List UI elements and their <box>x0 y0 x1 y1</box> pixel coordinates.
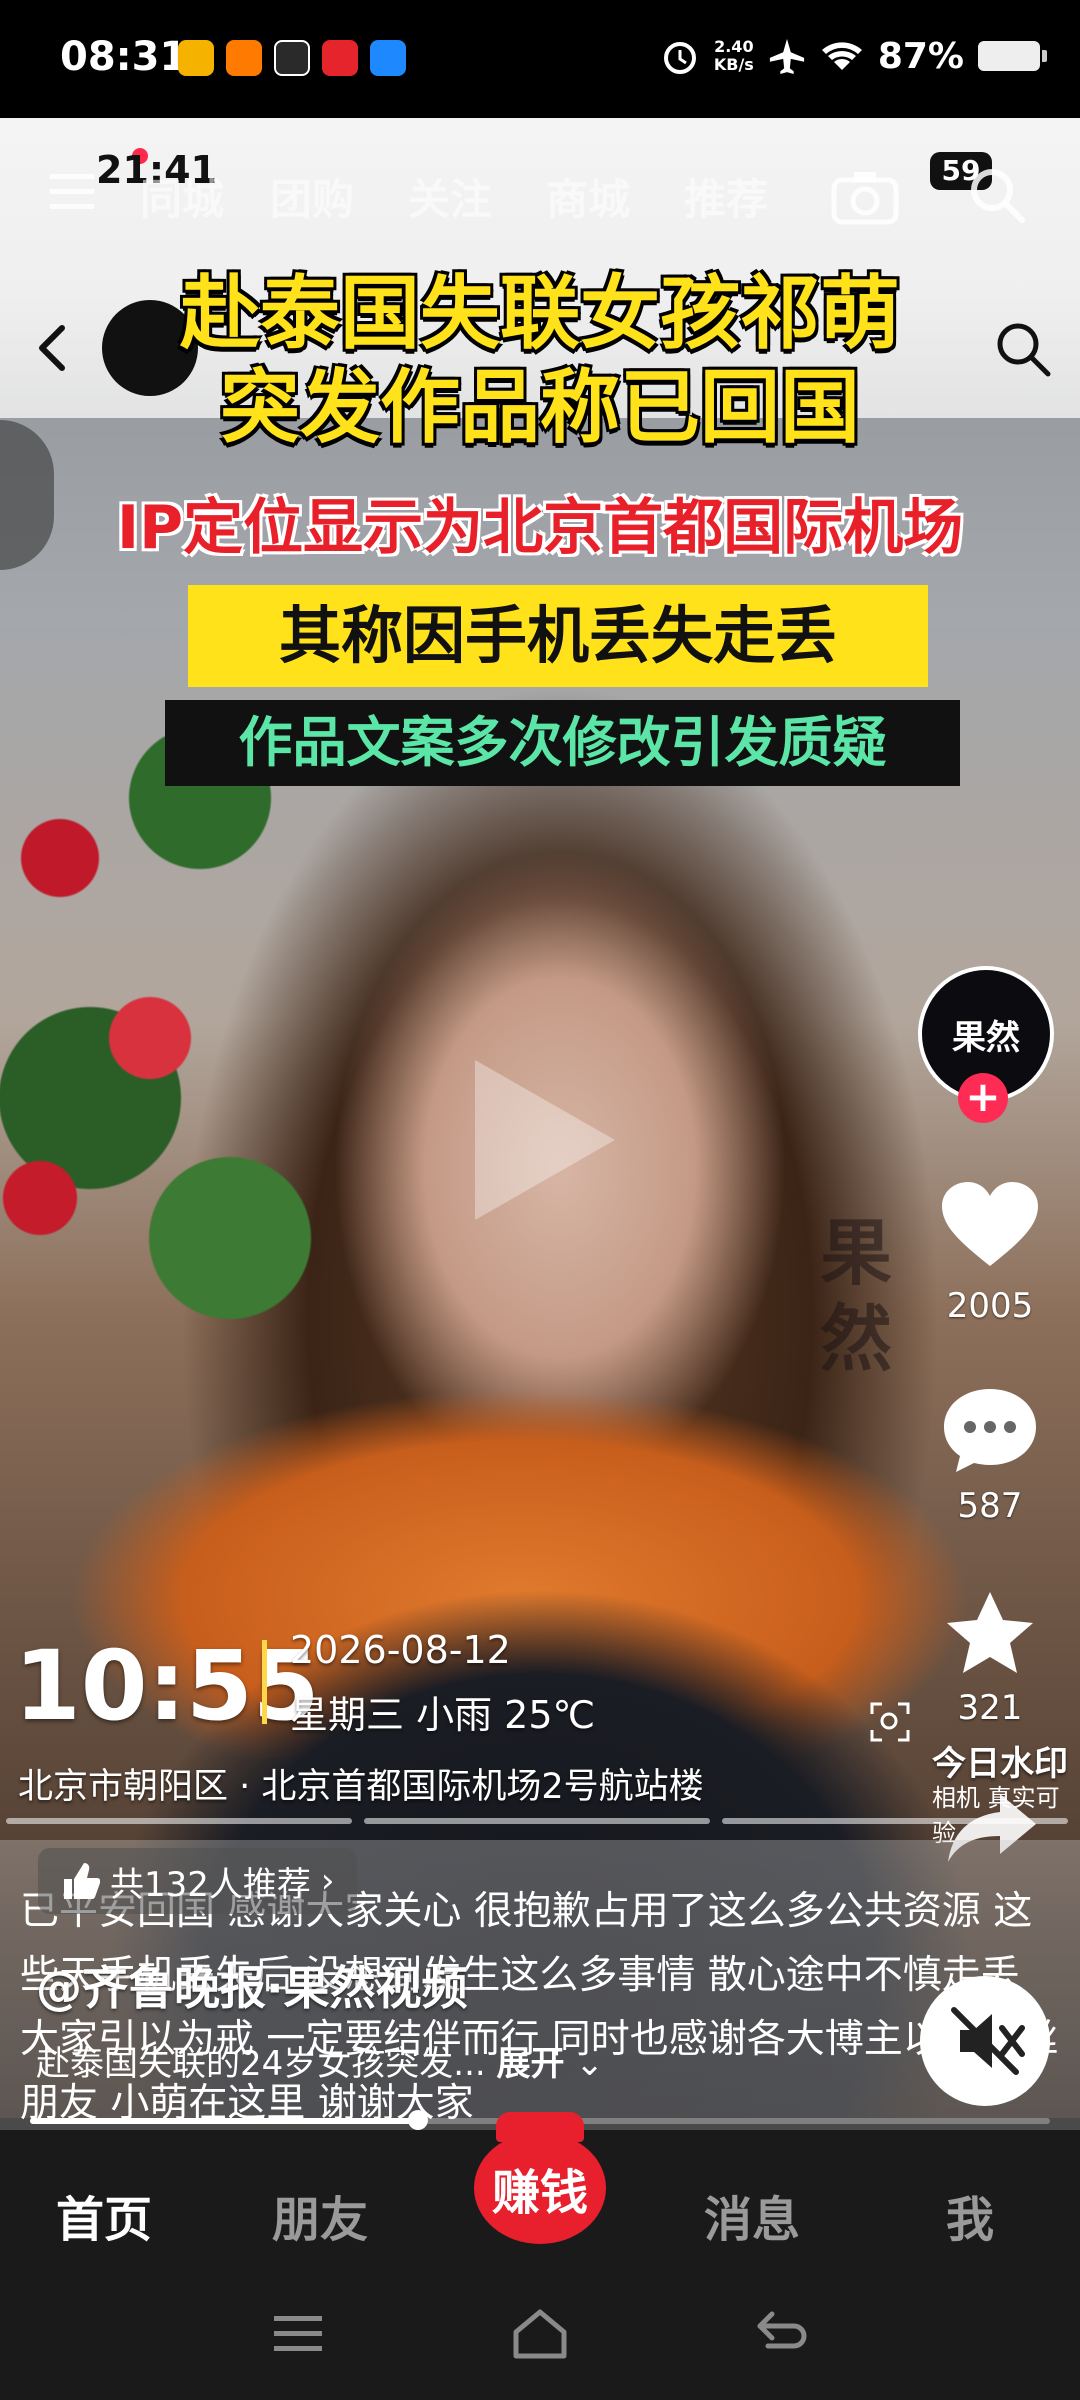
mute-icon <box>951 2007 1025 2075</box>
status-time: 08:31 <box>60 34 188 80</box>
follow-button[interactable]: + <box>958 1073 1008 1123</box>
watermark-date: 2026-08-12 <box>290 1628 511 1672</box>
airplane-icon <box>769 38 804 75</box>
alarm-icon <box>663 42 696 74</box>
recent-apps-icon[interactable] <box>274 2312 326 2356</box>
home-icon[interactable] <box>510 2306 570 2362</box>
battery-percent: 87% <box>877 35 964 77</box>
taobao-app-icon <box>226 40 262 76</box>
headline-line-3: IP定位显示为北京首都国际机场 <box>116 493 964 563</box>
net-speed: 2.40 KB/s <box>713 37 754 74</box>
watermark-location: 北京市朝阳区 · 北京首都国际机场2号航站楼 <box>18 1767 704 1807</box>
tab-groupbuy[interactable]: 团购 <box>270 166 354 227</box>
status-right-group: 2.40 KB/s 87% <box>660 32 1047 80</box>
mute-button[interactable] <box>920 1976 1050 2106</box>
nav-home[interactable]: 首页 <box>56 2180 152 2250</box>
menu-icon[interactable] <box>50 170 102 214</box>
video-app-icon <box>274 40 310 76</box>
top-search-icon[interactable] <box>966 164 1030 228</box>
comment-count: 587 <box>957 1486 1023 1526</box>
nav-me[interactable]: 我 <box>946 2180 994 2250</box>
story-segment <box>722 1818 1068 1824</box>
expand-link[interactable]: 展开 <box>497 2044 565 2084</box>
tab-following[interactable]: 关注 <box>408 166 492 227</box>
headline-line-4: 其称因手机丢失走丢 <box>188 585 928 687</box>
chevron-right-icon: › <box>320 1861 335 1901</box>
scan-icon[interactable] <box>868 1700 912 1744</box>
tab-recommend[interactable]: 推荐 <box>684 166 768 227</box>
headline-line-1: 赴泰国失联女孩祁萌 <box>180 267 900 360</box>
headline-line-2: 突发作品称已回国 <box>220 361 860 454</box>
player-app-icon <box>370 40 406 76</box>
camera-icon[interactable] <box>830 166 900 226</box>
author-name[interactable]: @齐鲁晚报·果然视频 <box>36 1952 467 2018</box>
recommend-pill[interactable]: 共132人推荐 › <box>38 1848 357 1914</box>
like-count: 2005 <box>946 1286 1034 1326</box>
favorite-count: 321 <box>957 1688 1023 1728</box>
headline-line-5: 作品文案多次修改引发质疑 <box>165 700 960 786</box>
like-heart-icon[interactable] <box>940 1180 1040 1270</box>
nav-friends[interactable]: 朋友 <box>272 2180 368 2250</box>
news-app-icon <box>322 40 358 76</box>
seek-bar-knob[interactable] <box>407 2110 428 2130</box>
watermark-divider <box>262 1640 267 1724</box>
seek-bar-fill <box>30 2118 418 2124</box>
play-icon[interactable] <box>455 1050 625 1230</box>
story-segment <box>6 1818 352 1824</box>
weibo-app-icon <box>178 40 214 76</box>
earn-button[interactable]: 赚钱 <box>474 2132 606 2244</box>
tab-nearby[interactable]: 同城 <box>140 166 224 227</box>
thumbs-up-icon <box>64 1863 100 1899</box>
story-segment <box>364 1818 710 1824</box>
creator-watermark: 果然 <box>820 1211 893 1381</box>
watermark-weather: 星期三 小雨 25℃ <box>290 1693 596 1737</box>
tab-mall[interactable]: 商城 <box>546 166 630 227</box>
watermark-brand-sub: 相机 真实可验 <box>932 1784 1060 1847</box>
watermark-time: 10:55 <box>14 1630 320 1742</box>
nav-messages[interactable]: 消息 <box>704 2180 800 2250</box>
back-nav-icon[interactable] <box>754 2308 810 2358</box>
chevron-down-icon: ⌄ <box>575 2044 604 2084</box>
recommend-count: 共132人推荐 <box>110 1864 311 1905</box>
favorite-star-icon[interactable] <box>942 1588 1038 1680</box>
comment-icon[interactable] <box>940 1385 1040 1477</box>
video-description[interactable]: 赴泰国失联的24岁女孩突发... 展开 ⌄ <box>36 2036 604 2085</box>
battery-icon <box>978 41 1047 71</box>
wifi-icon <box>821 42 862 70</box>
